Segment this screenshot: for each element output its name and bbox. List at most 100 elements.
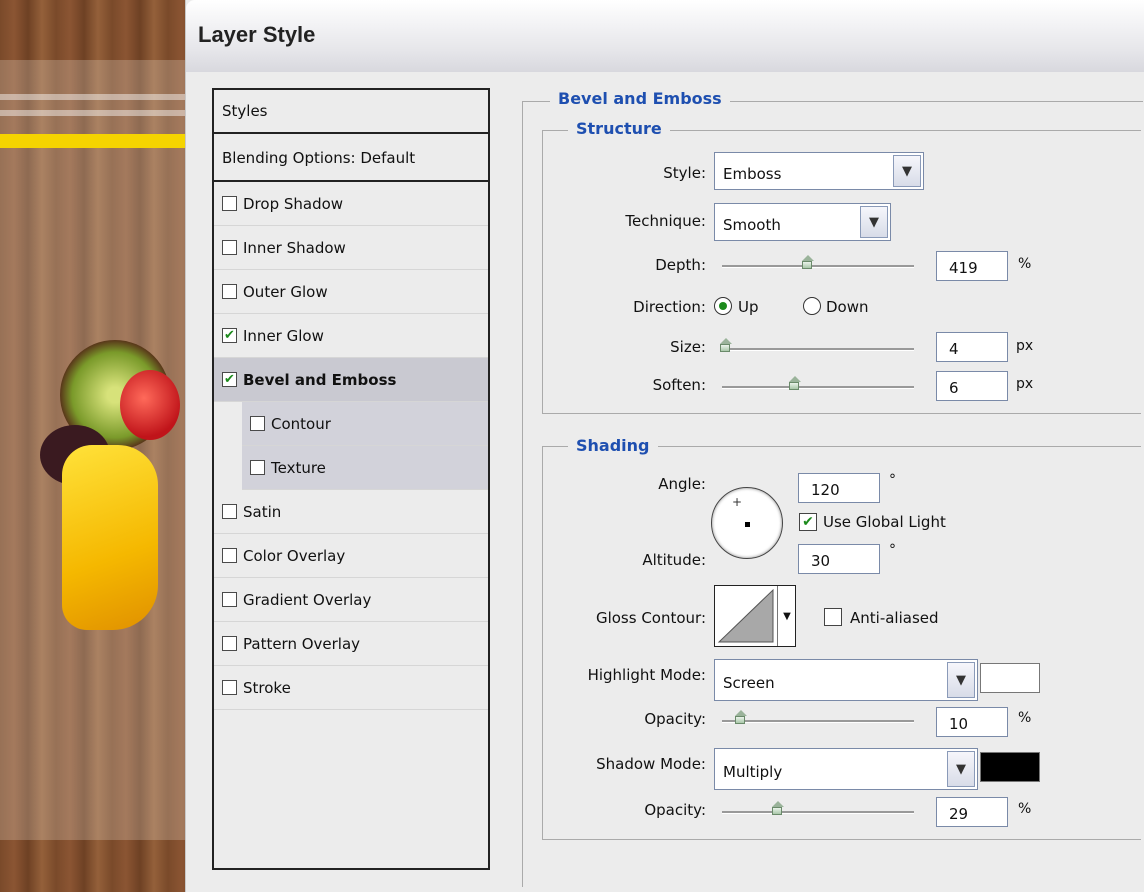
chevron-down-icon[interactable]: ▼ bbox=[893, 155, 921, 187]
slider-thumb[interactable] bbox=[788, 376, 802, 390]
direction-up-radio[interactable] bbox=[714, 297, 732, 315]
slider-thumb[interactable] bbox=[771, 801, 785, 815]
highlight-color-swatch[interactable] bbox=[980, 663, 1040, 693]
altitude-input[interactable]: 30 bbox=[798, 544, 880, 574]
mango-piece bbox=[62, 445, 158, 630]
slider-thumb[interactable] bbox=[719, 338, 733, 352]
slider-thumb[interactable] bbox=[801, 255, 815, 269]
shadow-mode-label: Shadow Mode: bbox=[596, 755, 706, 773]
chevron-down-icon[interactable]: ▼ bbox=[947, 662, 975, 698]
style-item-satin[interactable]: Satin bbox=[214, 490, 488, 534]
style-item-label: Color Overlay bbox=[243, 546, 346, 565]
depth-label: Depth: bbox=[655, 256, 706, 274]
shadow-color-swatch[interactable] bbox=[980, 752, 1040, 782]
pattern-overlay-checkbox[interactable] bbox=[222, 636, 237, 651]
window-title: Layer Style bbox=[198, 22, 316, 47]
title-bar[interactable]: Layer Style bbox=[186, 0, 1144, 72]
gradient-overlay-checkbox[interactable] bbox=[222, 592, 237, 607]
technique-label: Technique: bbox=[625, 212, 706, 230]
style-item-label: Contour bbox=[271, 414, 331, 433]
style-select[interactable]: Emboss ▼ bbox=[714, 152, 924, 190]
slider-track bbox=[722, 265, 914, 268]
satin-checkbox[interactable] bbox=[222, 504, 237, 519]
bag-zipper bbox=[0, 134, 185, 148]
bag-stripe bbox=[0, 94, 185, 100]
strawberry bbox=[120, 370, 180, 440]
gloss-contour-picker[interactable]: ▼ bbox=[714, 585, 796, 647]
texture-checkbox[interactable] bbox=[250, 460, 265, 475]
style-item-inner-shadow[interactable]: Inner Shadow bbox=[214, 226, 488, 270]
style-item-label: Drop Shadow bbox=[243, 194, 344, 213]
soften-input[interactable]: 6 bbox=[936, 371, 1008, 401]
altitude-degree: ° bbox=[889, 542, 896, 558]
style-item-texture[interactable]: Texture bbox=[242, 446, 488, 490]
direction-down-label[interactable]: Down bbox=[826, 298, 869, 316]
slider-track bbox=[722, 348, 914, 351]
soften-slider[interactable] bbox=[722, 376, 914, 393]
style-item-label: Outer Glow bbox=[243, 282, 328, 301]
outer-glow-checkbox[interactable] bbox=[222, 284, 237, 299]
inner-glow-checkbox[interactable]: ✔ bbox=[222, 328, 237, 343]
shadow-opacity-input[interactable]: 29 bbox=[936, 797, 1008, 827]
direction-up-label[interactable]: Up bbox=[738, 298, 759, 316]
style-item-contour[interactable]: Contour bbox=[242, 402, 488, 446]
angle-dial[interactable]: + bbox=[711, 487, 783, 559]
bevel-checkbox[interactable]: ✔ bbox=[222, 372, 237, 387]
slider-thumb[interactable] bbox=[734, 710, 748, 724]
slider-track bbox=[722, 720, 914, 723]
highlight-opacity-slider[interactable] bbox=[722, 710, 914, 727]
style-item-gradient-overlay[interactable]: Gradient Overlay bbox=[214, 578, 488, 622]
highlight-mode-select[interactable]: Screen ▼ bbox=[714, 659, 978, 701]
shadow-opacity-slider[interactable] bbox=[722, 801, 914, 818]
dial-center-dot bbox=[745, 522, 750, 527]
contour-dropdown-arrow-icon[interactable]: ▼ bbox=[777, 586, 796, 646]
shadow-mode-value: Multiply bbox=[723, 763, 783, 781]
highlight-opacity-input[interactable]: 10 bbox=[936, 707, 1008, 737]
shadow-mode-select[interactable]: Multiply ▼ bbox=[714, 748, 978, 790]
anti-aliased-checkbox[interactable] bbox=[824, 608, 842, 626]
blending-options-item[interactable]: Blending Options: Default bbox=[214, 136, 488, 182]
style-item-drop-shadow[interactable]: Drop Shadow bbox=[214, 182, 488, 226]
shadow-opacity-unit: % bbox=[1018, 801, 1032, 817]
styles-header-label: Styles bbox=[222, 102, 268, 120]
technique-select[interactable]: Smooth ▼ bbox=[714, 203, 891, 241]
chevron-down-icon[interactable]: ▼ bbox=[947, 751, 975, 787]
slider-track bbox=[722, 811, 914, 814]
direction-down-radio[interactable] bbox=[803, 297, 821, 315]
size-slider[interactable] bbox=[719, 338, 914, 355]
size-unit: px bbox=[1016, 338, 1034, 354]
style-item-stroke[interactable]: Stroke bbox=[214, 666, 488, 710]
angle-input[interactable]: 120 bbox=[798, 473, 880, 503]
angle-label: Angle: bbox=[658, 475, 706, 493]
chevron-down-icon[interactable]: ▼ bbox=[860, 206, 888, 238]
stroke-checkbox[interactable] bbox=[222, 680, 237, 695]
dialog-body: Styles Blending Options: Default Drop Sh… bbox=[186, 72, 1144, 892]
contour-preview-icon bbox=[717, 588, 774, 643]
bevel-emboss-title: Bevel and Emboss bbox=[550, 89, 730, 108]
altitude-label: Altitude: bbox=[642, 551, 706, 569]
depth-unit: % bbox=[1018, 256, 1032, 272]
styles-header[interactable]: Styles bbox=[214, 90, 488, 134]
highlight-mode-value: Screen bbox=[723, 674, 775, 692]
depth-slider[interactable] bbox=[722, 255, 914, 272]
style-item-label: Inner Glow bbox=[243, 326, 324, 345]
inner-shadow-checkbox[interactable] bbox=[222, 240, 237, 255]
contour-checkbox[interactable] bbox=[250, 416, 265, 431]
style-label: Style: bbox=[663, 164, 706, 182]
style-item-pattern-overlay[interactable]: Pattern Overlay bbox=[214, 622, 488, 666]
depth-input[interactable]: 419 bbox=[936, 251, 1008, 281]
drop-shadow-checkbox[interactable] bbox=[222, 196, 237, 211]
style-item-inner-glow[interactable]: ✔ Inner Glow bbox=[214, 314, 488, 358]
use-global-light-label[interactable]: Use Global Light bbox=[823, 513, 946, 531]
highlight-opacity-label: Opacity: bbox=[644, 710, 706, 728]
style-item-color-overlay[interactable]: Color Overlay bbox=[214, 534, 488, 578]
use-global-light-checkbox[interactable]: ✔ bbox=[799, 513, 817, 531]
style-item-bevel-and-emboss[interactable]: ✔ Bevel and Emboss bbox=[214, 358, 488, 402]
style-item-label: Stroke bbox=[243, 678, 291, 697]
size-input[interactable]: 4 bbox=[936, 332, 1008, 362]
anti-aliased-label[interactable]: Anti-aliased bbox=[850, 609, 939, 627]
blending-options-label: Blending Options: Default bbox=[222, 149, 416, 167]
color-overlay-checkbox[interactable] bbox=[222, 548, 237, 563]
style-item-outer-glow[interactable]: Outer Glow bbox=[214, 270, 488, 314]
style-item-label: Bevel and Emboss bbox=[243, 370, 397, 389]
